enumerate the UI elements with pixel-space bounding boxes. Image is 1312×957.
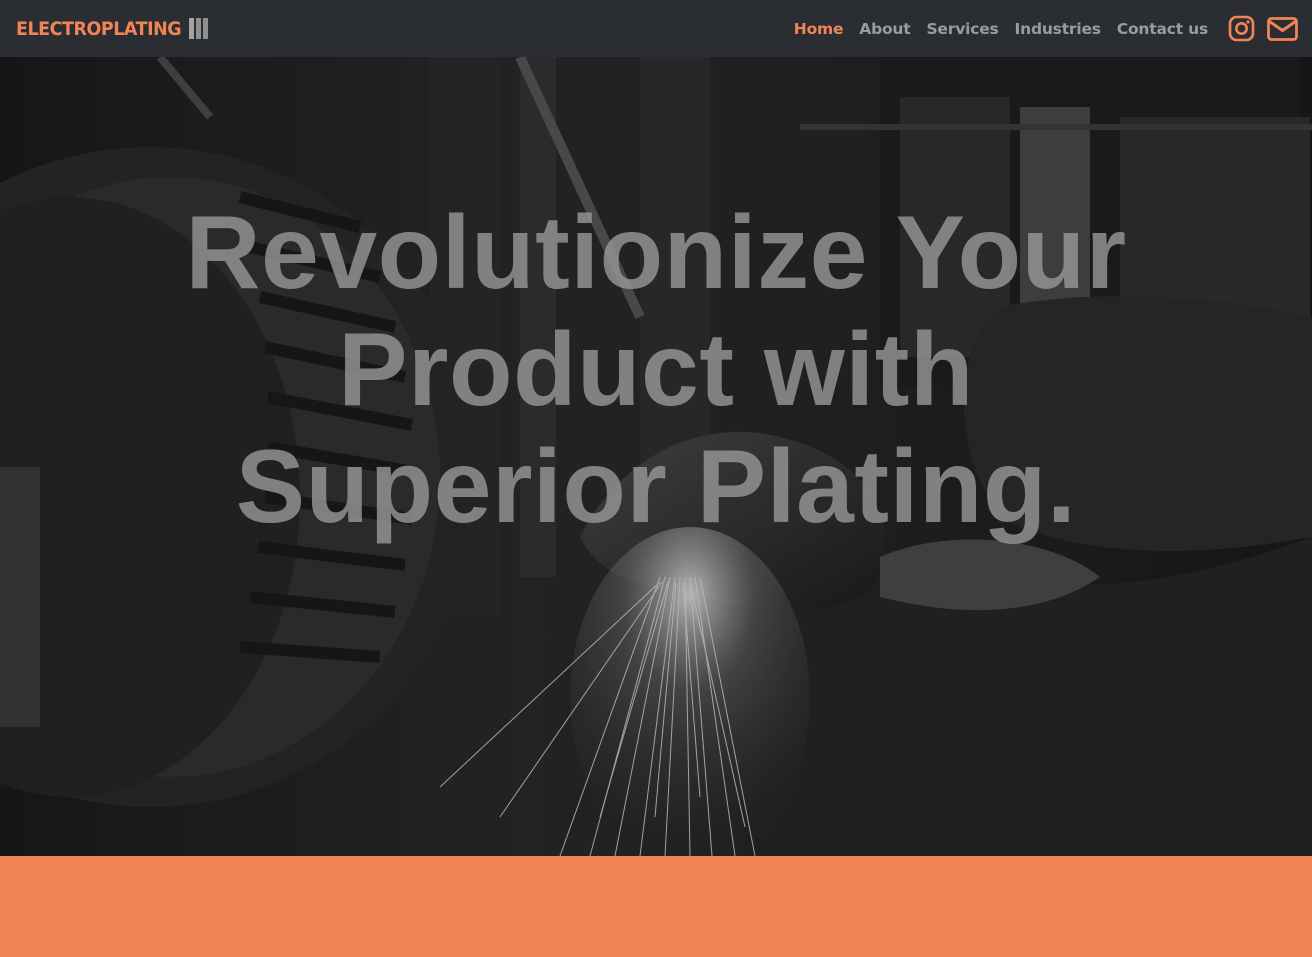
accent-band	[0, 856, 1312, 957]
brand-name: ELECTROPLATING	[16, 17, 182, 40]
nav-item-industries[interactable]: Industries	[1007, 20, 1109, 38]
top-navbar: ELECTROPLATING Home About Services Indus…	[0, 0, 1312, 57]
envelope-icon	[1267, 16, 1298, 41]
instagram-icon	[1228, 15, 1255, 42]
brand-bars-icon	[188, 18, 208, 39]
instagram-link[interactable]	[1228, 14, 1255, 44]
hero-headline-line-1: Revolutionize Your	[185, 195, 1127, 311]
hero-section: Revolutionize Your Product with Superior…	[0, 57, 1312, 856]
email-link[interactable]	[1267, 14, 1298, 44]
hero-headline-line-2: Product with	[338, 312, 974, 428]
nav-item-services[interactable]: Services	[918, 20, 1006, 38]
brand-logo[interactable]: ELECTROPLATING	[16, 18, 208, 40]
nav-item-home[interactable]: Home	[786, 20, 851, 38]
nav-item-about[interactable]: About	[851, 20, 918, 38]
nav-right: Home About Services Industries Contact u…	[786, 14, 1298, 44]
nav-links: Home About Services Industries Contact u…	[786, 20, 1216, 38]
hero-headline-line-3: Superior Plating.	[235, 429, 1077, 545]
social-links	[1228, 14, 1298, 44]
nav-item-contact[interactable]: Contact us	[1109, 20, 1216, 38]
hero-headline: Revolutionize Your Product with Superior…	[0, 195, 1312, 546]
